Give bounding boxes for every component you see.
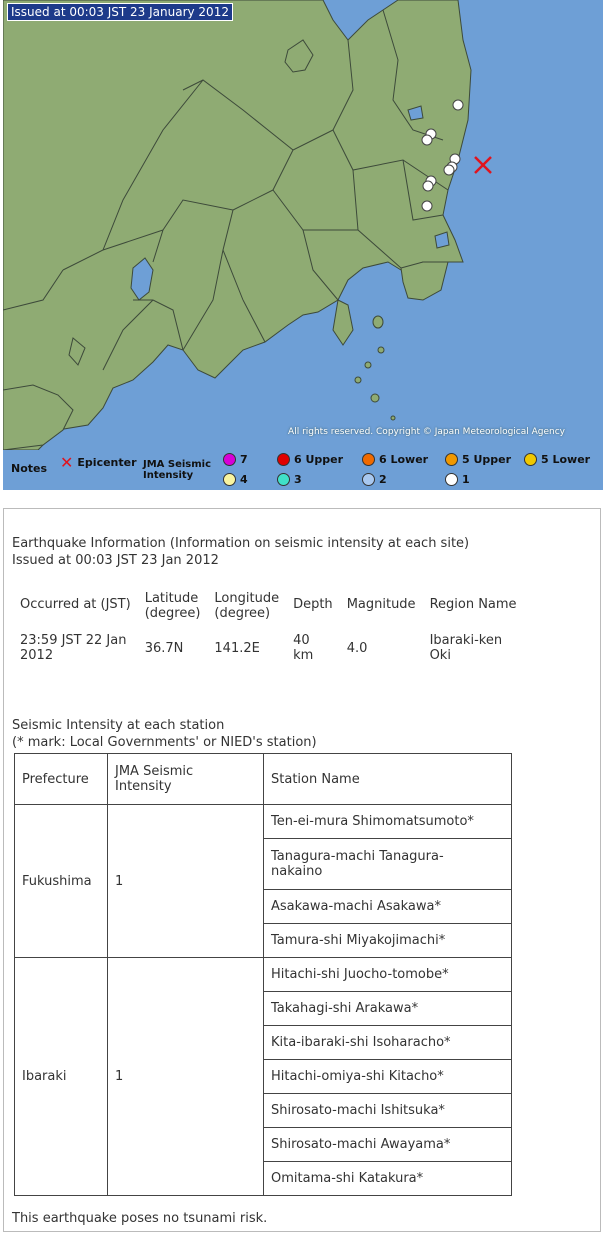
summary-header-row: Occurred at (JST) Latitude (degree) Longi… [12,589,523,623]
izu-islands [354,315,396,421]
boso-land [400,261,449,301]
station-cell: Kita-ibaraki-shi Isoharacho* [263,1025,512,1060]
station-cell: Hitachi-shi Juocho-tomobe* [263,957,512,992]
value-region: Ibaraki-ken Oki [429,633,503,663]
station-table: Prefecture JMA Seismic Intensity Station … [14,753,512,1196]
map-legend: Notes ✕ Epicenter JMA Seismic Intensity … [3,450,603,490]
intensity-5-upper-dot-icon [445,453,458,466]
legend-item-6-upper: 6 Upper [277,453,343,466]
th-station: Station Name [263,753,512,805]
intensity-6-lower-dot-icon [362,453,375,466]
info-issued: Issued at 00:03 JST 23 Jan 2012 [12,553,219,568]
intensity-map: Issued at 00:03 JST 23 January 2012 All … [3,0,603,450]
table-row: Fukushima 1 Ten-ei-mura Shimomatsumoto* [14,804,512,958]
honshu-land [3,0,472,450]
station-cell: Omitama-shi Katakura* [263,1161,512,1196]
intensity-3-dot-icon [277,473,290,486]
station-table-header: Prefecture JMA Seismic Intensity Station … [14,753,512,805]
th-intensity: JMA Seismic Intensity [107,753,264,805]
value-longitude: 141.2E [214,641,260,656]
station-cell: Shirosato-machi Awayama* [263,1127,512,1162]
tsunami-note: This earthquake poses no tsunami risk. [12,1211,268,1226]
summary-table: Occurred at (JST) Latitude (degree) Longi… [12,589,523,665]
izu-land [332,299,354,346]
legend-jma-title: JMA Seismic Intensity [143,459,218,481]
station-cell: Tanagura-machi Tanagura-nakaino [263,838,512,890]
legend-item-7: 7 [223,453,248,466]
station-cell: Asakawa-machi Asakawa* [263,889,512,924]
legend-epicenter: ✕ Epicenter [60,453,137,472]
legend-jma-line1: JMA Seismic [143,459,212,470]
station-marker [443,164,455,176]
intensity-5-lower-dot-icon [524,453,537,466]
value-occurred: 23:59 JST 22 Jan 2012 [20,633,127,663]
intensity-1-dot-icon [445,473,458,486]
station-marker [422,180,434,192]
station-cell: Hitachi-omiya-shi Kitacho* [263,1059,512,1094]
legend-item-5-lower: 5 Lower [524,453,590,466]
station-cell: Takahagi-shi Arakawa* [263,991,512,1026]
legend-item-3: 3 [277,473,302,486]
legend-item-5-upper: 5 Upper [445,453,511,466]
issued-label: Issued at 00:03 JST 23 January 2012 [7,3,233,21]
header-occurred: Occurred at (JST) [20,597,131,612]
legend-item-6-lower: 6 Lower [362,453,428,466]
header-latitude: Latitude (degree) [144,591,201,621]
station-cell: Tamura-shi Miyakojimachi* [263,923,512,958]
table-row: Ibaraki 1 Hitachi-shi Juocho-tomobe* [14,957,512,1196]
legend-item-4: 4 [223,473,248,486]
station-marker [421,134,433,146]
info-heading: Earthquake Information (Information on s… [12,536,470,551]
legend-item-1: 1 [445,473,470,486]
station-cell: Shirosato-machi Ishitsuka* [263,1093,512,1128]
station-marker [421,200,433,212]
intensity-fukushima: 1 [107,804,264,958]
header-magnitude: Magnitude [346,597,416,612]
th-prefecture: Prefecture [14,753,108,805]
copyright-notice: All rights reserved. Copyright © Japan M… [288,427,565,437]
intensity-4-dot-icon [223,473,236,486]
header-region: Region Name [429,597,517,612]
intensity-6-upper-dot-icon [277,453,290,466]
intensity-2-dot-icon [362,473,375,486]
value-magnitude: 4.0 [346,641,368,656]
station-marker [452,99,464,111]
prefecture-fukushima: Fukushima [14,804,108,958]
map-graphic [3,0,492,450]
intensity-ibaraki: 1 [107,957,264,1196]
legend-epicenter-label: Epicenter [77,456,137,469]
station-title: Seismic Intensity at each station [12,718,225,733]
value-depth: 40 km [293,633,314,663]
station-subtitle: (* mark: Local Governments' or NIED's st… [12,735,317,750]
epicenter-cross-icon: ✕ [60,453,74,472]
station-cell: Ten-ei-mura Shimomatsumoto* [263,804,512,839]
intensity-7-dot-icon [223,453,236,466]
summary-value-row: 23:59 JST 22 Jan 2012 36.7N 141.2E 40 km 4… [12,631,523,665]
epicenter-marker [474,156,492,174]
header-depth: Depth [293,597,333,612]
earthquake-info-panel: Earthquake Information (Information on s… [3,508,601,1232]
value-latitude: 36.7N [144,641,184,656]
header-longitude: Longitude (degree) [214,591,280,621]
prefecture-ibaraki: Ibaraki [14,957,108,1196]
legend-item-2: 2 [362,473,387,486]
legend-notes: Notes [11,462,48,475]
legend-jma-line2: Intensity [143,470,194,481]
